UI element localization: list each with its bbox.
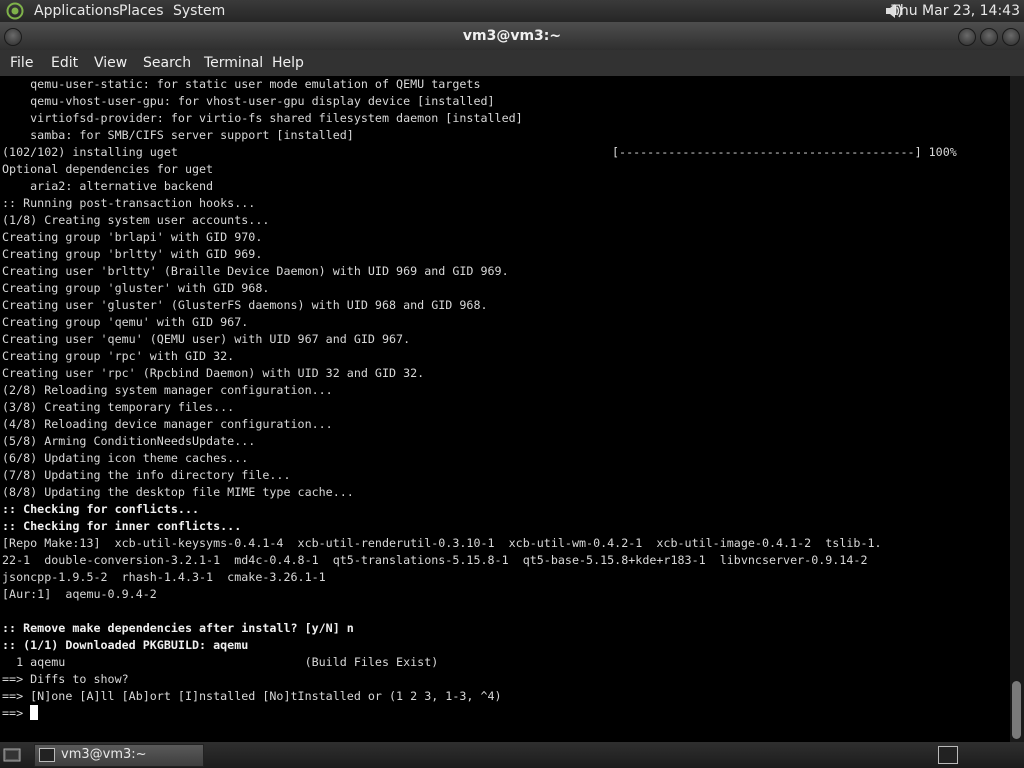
terminal-line: jsoncpp-1.9.5-2 rhash-1.4.3-1 cmake-3.26… [2, 570, 326, 584]
terminal-line: qemu-vhost-user-gpu: for vhost-user-gpu … [2, 94, 495, 108]
terminal-line: Creating group 'rpc' with GID 32. [2, 349, 235, 363]
applications-menu[interactable]: Applications [34, 2, 120, 20]
terminal-line: Creating user 'brltty' (Braille Device D… [2, 264, 509, 278]
scrollbar-thumb[interactable] [1012, 681, 1021, 739]
terminal-line: virtiofsd-provider: for virtio-fs shared… [2, 111, 523, 125]
menu-file[interactable]: File [10, 55, 33, 71]
menu-search[interactable]: Search [143, 55, 191, 71]
minimize-button[interactable] [958, 28, 976, 46]
places-menu[interactable]: Places [119, 2, 164, 20]
menu-view[interactable]: View [94, 55, 127, 71]
terminal-scrollbar[interactable] [1010, 76, 1024, 742]
terminal-line: :: Checking for conflicts... [2, 502, 200, 516]
workspace-switcher-icon[interactable] [938, 746, 958, 764]
menu-edit[interactable]: Edit [51, 55, 78, 71]
terminal-cursor [30, 705, 39, 720]
terminal-line: [Repo Make:13] xcb-util-keysyms-0.4.1-4 … [2, 536, 882, 550]
taskbar-terminal-item[interactable]: vm3@vm3:~ [34, 744, 204, 767]
clock[interactable]: Thu Mar 23, 14:43 [891, 2, 1020, 20]
terminal-line: ==> [2, 705, 882, 722]
terminal-line: 1 aqemu (Build Files Exist) [2, 655, 439, 669]
terminal-line: ==> Diffs to show? [2, 672, 129, 686]
terminal-line: (6/8) Updating icon theme caches... [2, 451, 249, 465]
terminal-line: Creating group 'gluster' with GID 968. [2, 281, 270, 295]
window-titlebar[interactable]: vm3@vm3:~ [0, 22, 1024, 50]
terminal-line: Creating group 'brltty' with GID 969. [2, 247, 263, 261]
terminal-line: (2/8) Reloading system manager configura… [2, 383, 333, 397]
terminal-line: :: Running post-transaction hooks... [2, 196, 256, 210]
terminal-line: (7/8) Updating the info directory file..… [2, 468, 291, 482]
terminal-line: Creating group 'brlapi' with GID 970. [2, 230, 263, 244]
terminal-line: :: Checking for inner conflicts... [2, 519, 242, 533]
terminal-line: (8/8) Updating the desktop file MIME typ… [2, 485, 354, 499]
menu-bar: File Edit View Search Terminal Help [0, 50, 1024, 76]
show-desktop-icon[interactable] [3, 746, 21, 764]
terminal-icon [39, 748, 55, 762]
terminal-line: 22-1 double-conversion-3.2.1-1 md4c-0.4.… [2, 553, 868, 567]
menu-terminal[interactable]: Terminal [204, 55, 263, 71]
terminal-line: aria2: alternative backend [2, 179, 214, 193]
window-title: vm3@vm3:~ [462, 28, 562, 44]
terminal-line: (1/8) Creating system user accounts... [2, 213, 270, 227]
terminal-line: (3/8) Creating temporary files... [2, 400, 235, 414]
bottom-panel: vm3@vm3:~ [0, 742, 1024, 768]
menu-help[interactable]: Help [272, 55, 304, 71]
terminal-line: (4/8) Reloading device manager configura… [2, 417, 333, 431]
terminal-line: Creating user 'rpc' (Rpcbind Daemon) wit… [2, 366, 425, 380]
terminal-line: Creating user 'qemu' (QEMU user) with UI… [2, 332, 411, 346]
close-button[interactable] [1002, 28, 1020, 46]
terminal-line: samba: for SMB/CIFS server support [inst… [2, 128, 354, 142]
maximize-button[interactable] [980, 28, 998, 46]
progress-bar-text: [---------------------------------------… [612, 145, 957, 159]
terminal-line: (5/8) Arming ConditionNeedsUpdate... [2, 434, 256, 448]
terminal-line: qemu-user-static: for static user mode e… [2, 77, 481, 91]
top-panel: Applications Places System Thu Mar 23, 1… [0, 0, 1024, 22]
terminal-line: :: (1/1) Downloaded PKGBUILD: aqemu [2, 638, 249, 652]
system-menu[interactable]: System [173, 2, 225, 20]
terminal-output[interactable]: qemu-user-static: for static user mode e… [0, 76, 1010, 742]
gnome-foot-icon[interactable] [6, 2, 24, 20]
terminal-line: :: Remove make dependencies after instal… [2, 621, 354, 635]
terminal-line: [Aur:1] aqemu-0.9.4-2 [2, 587, 157, 601]
terminal-line: Creating group 'qemu' with GID 967. [2, 315, 249, 329]
terminal-line: Creating user 'gluster' (GlusterFS daemo… [2, 298, 488, 312]
terminal-line: Optional dependencies for uget [2, 162, 214, 176]
terminal-line: ==> [N]one [A]ll [Ab]ort [I]nstalled [No… [2, 689, 502, 703]
taskbar-item-label: vm3@vm3:~ [61, 747, 147, 762]
terminal-lines: qemu-user-static: for static user mode e… [2, 76, 882, 722]
